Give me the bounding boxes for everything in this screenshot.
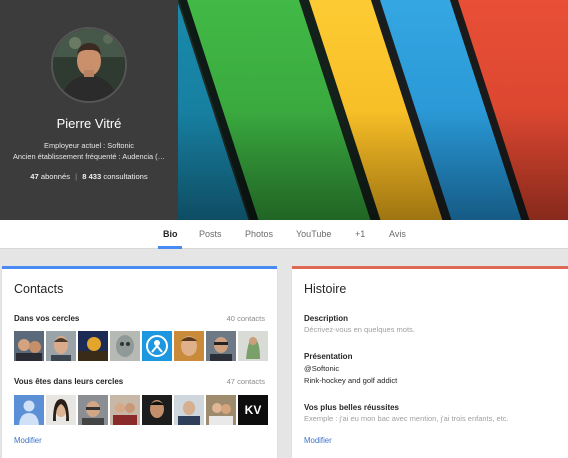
history-card: Histoire Description Décrivez-vous en qu… (292, 266, 568, 458)
contact-avatar[interactable] (46, 395, 76, 425)
contacts-edit-link[interactable]: Modifier (14, 436, 42, 445)
cover: Pierre Vitré Employeur actuel : Softonic… (0, 0, 568, 220)
card-accent-bar (292, 266, 568, 269)
tab-bio[interactable]: Bio (163, 229, 178, 239)
default-user-icon[interactable] (14, 395, 44, 425)
presentation-line: @Softonic (304, 364, 340, 373)
contact-avatar[interactable] (174, 395, 204, 425)
stats-separator: | (75, 172, 78, 181)
contact-avatar[interactable] (46, 331, 76, 361)
tab-reviews[interactable]: Avis (389, 229, 406, 239)
contact-avatar[interactable] (14, 331, 44, 361)
contact-avatar[interactable] (174, 331, 204, 361)
achievements-placeholder[interactable]: Exemple : j'ai eu mon bac avec mention, … (304, 414, 509, 423)
contact-avatar[interactable] (78, 395, 108, 425)
history-edit-link[interactable]: Modifier (304, 436, 332, 445)
in-circles-label: Dans vos cercles (14, 314, 80, 323)
contacts-card: Contacts Dans vos cercles 40 contacts Vo… (2, 266, 277, 458)
description-label: Description (304, 314, 349, 323)
contact-avatar[interactable] (206, 331, 236, 361)
views-count: 8 433 (82, 172, 102, 181)
card-accent-bar (2, 266, 277, 269)
in-their-circles-label: Vous êtes dans leurs cercles (14, 377, 124, 386)
in-circles-avatars (14, 331, 268, 361)
contact-avatar[interactable] (238, 331, 268, 361)
contacts-title: Contacts (14, 282, 64, 296)
tab-posts[interactable]: Posts (199, 229, 222, 239)
views-label: consultations (103, 172, 148, 181)
in-their-circles-avatars: KV (14, 395, 268, 425)
avatar[interactable] (51, 27, 127, 103)
contact-avatar[interactable] (78, 331, 108, 361)
profile-panel: Pierre Vitré Employeur actuel : Softonic… (0, 0, 178, 220)
contact-avatar[interactable] (206, 395, 236, 425)
presentation-label: Présentation (304, 352, 353, 361)
in-their-circles-count[interactable]: 47 contacts (227, 377, 265, 386)
achievements-label: Vos plus belles réussites (304, 403, 400, 412)
employer-text: Employeur actuel : Softonic (44, 141, 134, 150)
contact-avatar-logo[interactable] (142, 331, 172, 361)
in-circles-count[interactable]: 40 contacts (227, 314, 265, 323)
description-placeholder[interactable]: Décrivez-vous en quelques mots. (304, 325, 415, 334)
school-text: Ancien établissement fréquenté : Audenci… (12, 152, 165, 161)
tab-youtube[interactable]: YouTube (296, 229, 331, 239)
contact-avatar[interactable] (142, 395, 172, 425)
contact-avatar[interactable] (110, 395, 140, 425)
history-title: Histoire (304, 282, 347, 296)
presentation-line: Rink-hockey and golf addict (304, 376, 398, 385)
followers-count[interactable]: 47 (30, 172, 38, 181)
contact-avatar-logo[interactable]: KV (238, 395, 268, 425)
profile-tabs: Bio Posts Photos YouTube +1 Avis (0, 220, 568, 249)
tab-plus-one[interactable]: +1 (355, 229, 365, 239)
contact-avatar[interactable] (110, 331, 140, 361)
profile-name: Pierre Vitré (56, 116, 122, 131)
kv-logo-text: KV (245, 403, 262, 417)
cover-photo[interactable] (178, 0, 568, 220)
followers-label[interactable]: abonnés (41, 172, 70, 181)
active-tab-indicator (158, 246, 182, 249)
profile-stats: 47 abonnés | 8 433 consultations (0, 172, 178, 181)
tab-photos[interactable]: Photos (245, 229, 273, 239)
